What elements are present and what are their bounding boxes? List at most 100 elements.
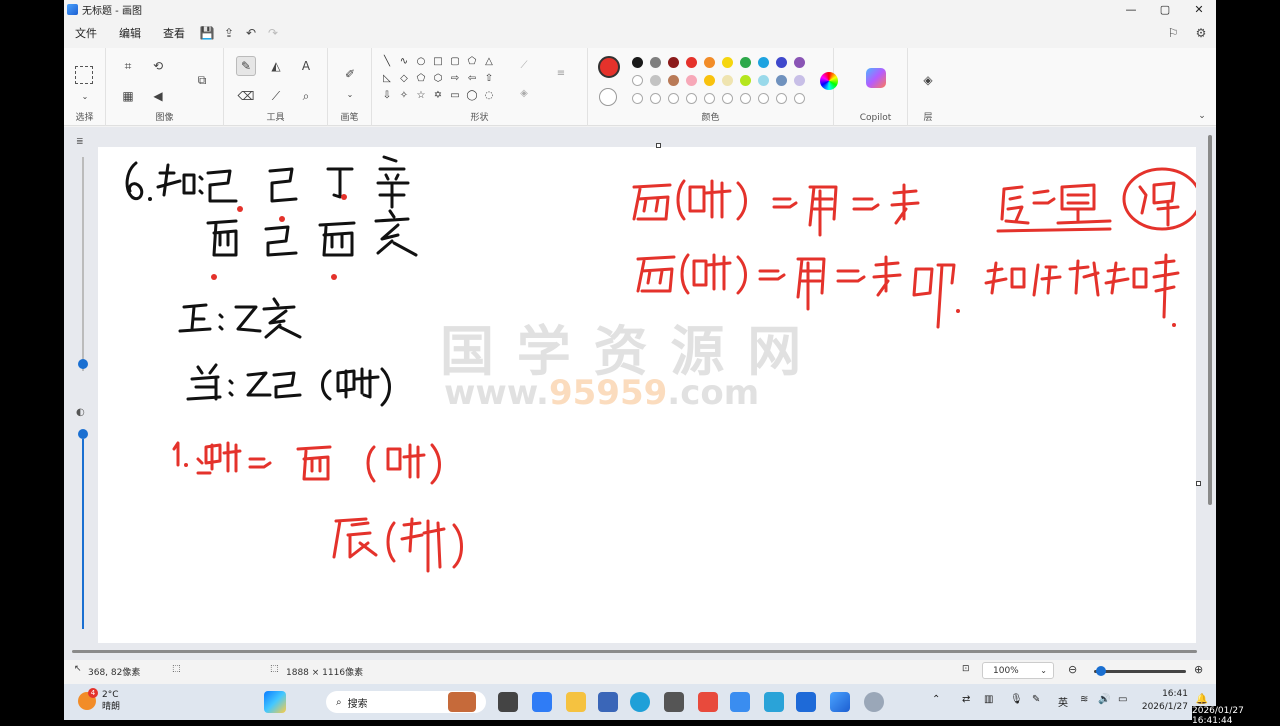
custom-color-slot[interactable] <box>632 93 643 104</box>
edit-colors-icon[interactable] <box>820 72 838 90</box>
store-icon[interactable] <box>598 692 618 712</box>
close-button[interactable]: ✕ <box>1182 0 1216 18</box>
task-view-icon[interactable] <box>498 692 518 712</box>
palette-swatch[interactable] <box>722 75 733 86</box>
shape-rect-icon[interactable]: □ <box>431 56 445 67</box>
tray-app-icon[interactable]: ▥ <box>984 694 993 705</box>
app-icon-3[interactable] <box>764 692 784 712</box>
vertical-scroll-thumb[interactable] <box>1208 135 1212 505</box>
ime-indicator[interactable]: 英 <box>1058 694 1068 709</box>
magnifier-icon[interactable]: ⌕ <box>296 86 316 106</box>
shape-pentagon-icon[interactable]: ⬠ <box>414 73 428 84</box>
custom-color-slot[interactable] <box>794 93 805 104</box>
menu-edit[interactable]: 编辑 <box>108 25 152 41</box>
opacity-slider-track[interactable] <box>82 439 84 629</box>
palette-swatch[interactable] <box>776 75 787 86</box>
custom-color-slot[interactable] <box>686 93 697 104</box>
fill-bucket-icon[interactable]: ◭ <box>266 56 286 76</box>
shape-triangle-icon[interactable]: △ <box>482 56 496 67</box>
zoom-out-icon[interactable]: ⊖ <box>1068 663 1077 676</box>
zoom-slider[interactable] <box>1094 670 1186 673</box>
palette-swatch[interactable] <box>794 75 805 86</box>
fill-icon[interactable]: ◈ <box>517 88 531 99</box>
maximize-button[interactable]: ▢ <box>1148 0 1182 18</box>
pencil-icon[interactable]: ✎ <box>236 56 256 76</box>
shape-star4-icon[interactable]: ✧ <box>397 90 411 101</box>
clock[interactable]: 16:41 2026/1/27 <box>1142 688 1188 714</box>
pen-icon[interactable]: ✎ <box>1032 694 1040 705</box>
redo-icon[interactable]: ↷ <box>262 22 284 44</box>
palette-swatch[interactable] <box>704 57 715 68</box>
chevron-down-icon[interactable]: ⌄ <box>340 84 360 104</box>
size-slider-knob[interactable] <box>78 359 88 369</box>
cloud-app-icon[interactable] <box>730 692 750 712</box>
fit-to-window-icon[interactable]: ⊡ <box>962 664 970 674</box>
opacity-slider-knob[interactable] <box>78 429 88 439</box>
shape-oval-icon[interactable]: ○ <box>414 56 428 67</box>
save-icon[interactable]: 💾 <box>196 22 218 44</box>
microphone-icon[interactable]: 🎙 <box>1010 694 1023 705</box>
palette-swatch[interactable] <box>740 75 751 86</box>
battery-icon[interactable]: ▭ <box>1118 694 1127 705</box>
zoom-slider-knob[interactable] <box>1096 666 1106 676</box>
shape-right-triangle-icon[interactable]: ◺ <box>380 73 394 84</box>
copilot-taskbar-icon[interactable] <box>532 692 552 712</box>
notification-icon[interactable]: 🔔 <box>1196 694 1208 705</box>
outline-icon[interactable]: ⟋ <box>517 60 531 71</box>
volume-icon[interactable]: 🔊 <box>1098 694 1110 705</box>
rotate-icon[interactable]: ⟲ <box>148 56 168 76</box>
palette-swatch[interactable] <box>722 57 733 68</box>
brush-icon[interactable]: ✐ <box>340 64 360 84</box>
palette-swatch[interactable] <box>632 57 643 68</box>
shape-callout-oval-icon[interactable]: ◯ <box>465 90 479 101</box>
palette-swatch[interactable] <box>794 57 805 68</box>
palette-swatch[interactable] <box>758 75 769 86</box>
zoom-select[interactable]: 100% ⌄ <box>982 662 1054 679</box>
app-icon-1[interactable] <box>664 692 684 712</box>
shape-arrow-right-icon[interactable]: ⇨ <box>448 73 462 84</box>
weather-widget[interactable]: 2°C 晴朗 <box>102 689 120 713</box>
ribbon-collapse-chevron-icon[interactable]: ⌄ <box>1192 106 1212 126</box>
custom-color-slot[interactable] <box>650 93 661 104</box>
zoom-in-icon[interactable]: ⊕ <box>1194 663 1203 676</box>
share-icon[interactable]: ⇪ <box>218 22 240 44</box>
custom-color-slot[interactable] <box>776 93 787 104</box>
app-icon-2[interactable] <box>698 692 718 712</box>
file-explorer-icon[interactable] <box>566 692 586 712</box>
shape-callout-cloud-icon[interactable]: ◌ <box>482 90 496 101</box>
shape-polygon-icon[interactable]: ⬠ <box>465 56 479 67</box>
wifi-icon[interactable]: ≋ <box>1080 694 1088 705</box>
minimize-button[interactable]: — <box>1114 0 1148 18</box>
image-select-icon[interactable]: ⧉ <box>192 70 212 90</box>
undo-icon[interactable]: ↶ <box>240 22 262 44</box>
app-icon-4[interactable] <box>796 692 816 712</box>
palette-swatch[interactable] <box>740 57 751 68</box>
palette-swatch[interactable] <box>632 75 643 86</box>
resize-icon[interactable]: ▦ <box>118 86 138 106</box>
panel-handle-icon[interactable]: ≣ <box>76 137 84 147</box>
menu-file[interactable]: 文件 <box>64 25 108 41</box>
shape-roundrect-icon[interactable]: ▢ <box>448 56 462 67</box>
primary-color-swatch[interactable] <box>598 56 620 78</box>
canvas-resize-handle-top[interactable] <box>656 143 661 148</box>
custom-color-slot[interactable] <box>758 93 769 104</box>
stroke-size-icon[interactable]: ≡ <box>554 68 568 79</box>
layers-icon[interactable]: ◈ <box>918 70 938 90</box>
vertical-scrollbar[interactable] <box>1206 135 1214 645</box>
custom-color-slot[interactable] <box>740 93 751 104</box>
palette-swatch[interactable] <box>668 75 679 86</box>
horizontal-scroll-thumb[interactable] <box>72 650 1197 653</box>
tray-settings-icon[interactable]: ⇄ <box>962 694 970 705</box>
palette-swatch[interactable] <box>668 57 679 68</box>
palette-swatch[interactable] <box>776 57 787 68</box>
palette-swatch[interactable] <box>686 57 697 68</box>
eraser-icon[interactable]: ⌫ <box>236 86 256 106</box>
secondary-color-swatch[interactable] <box>599 88 617 106</box>
palette-swatch[interactable] <box>650 57 661 68</box>
canvas-resize-handle-right[interactable] <box>1196 481 1201 486</box>
taskbar-widget-image-icon[interactable] <box>448 692 476 712</box>
custom-color-slot[interactable] <box>704 93 715 104</box>
text-icon[interactable]: A <box>296 56 316 76</box>
app-icon-5[interactable] <box>864 692 884 712</box>
chevron-down-icon[interactable]: ⌄ <box>75 86 95 106</box>
